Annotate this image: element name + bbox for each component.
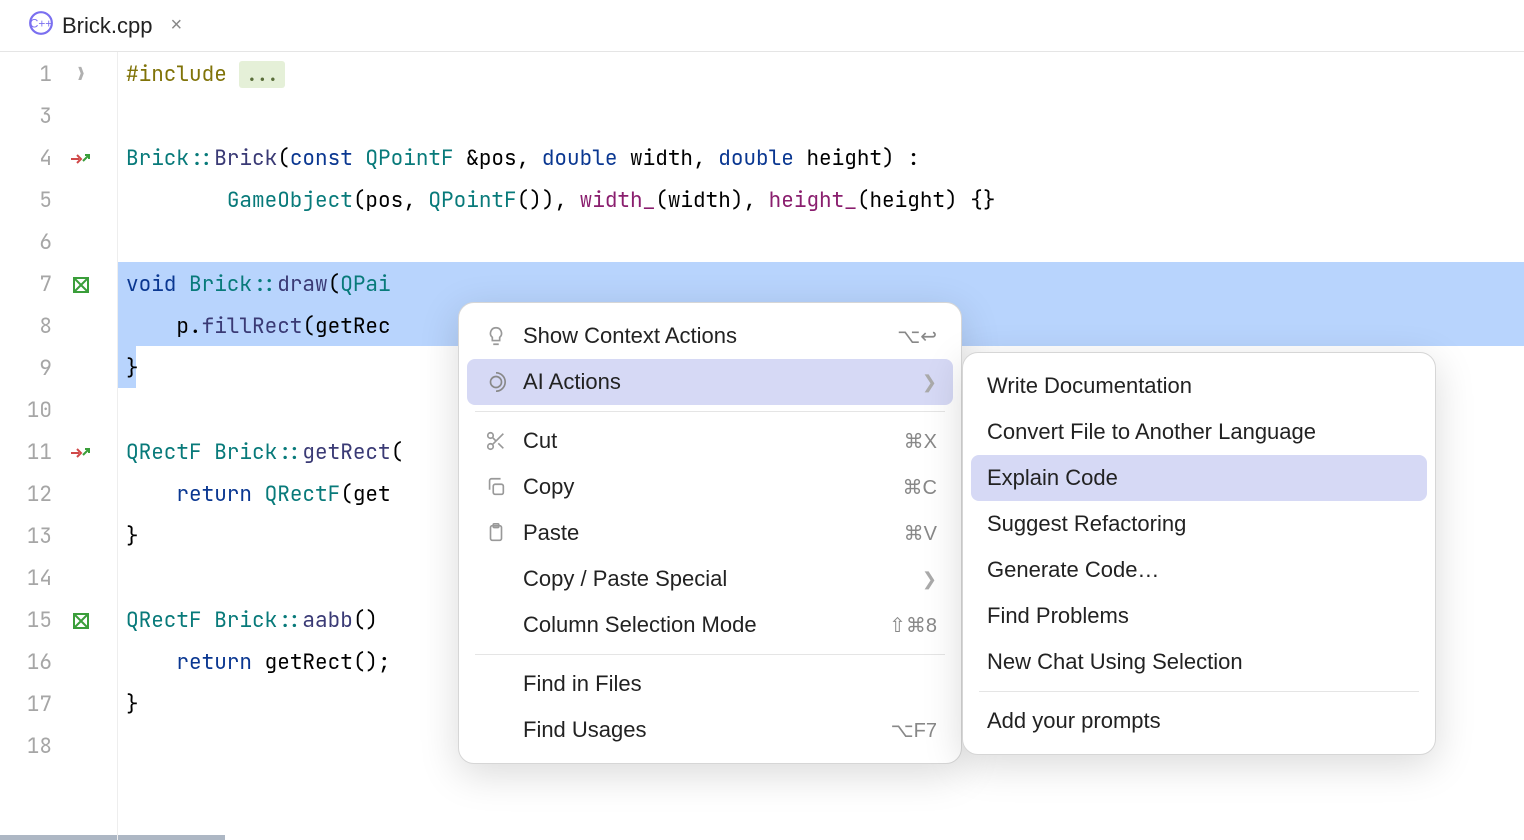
menu-label: Column Selection Mode — [523, 612, 875, 638]
run-marker-icon[interactable] — [69, 445, 93, 461]
copy-icon — [483, 474, 509, 500]
submenu-item-find-problems[interactable]: Find Problems — [971, 593, 1427, 639]
menu-label: Explain Code — [987, 465, 1411, 491]
line-number: 16 — [0, 642, 52, 684]
empty-icon — [483, 717, 509, 743]
editor-tab[interactable]: C++ Brick.cpp × — [12, 2, 198, 50]
menu-shortcut: ⌥F7 — [891, 718, 937, 743]
line-number: 8 — [0, 306, 52, 348]
tab-filename: Brick.cpp — [62, 13, 152, 39]
menu-label: AI Actions — [523, 369, 908, 395]
menu-label: Copy / Paste Special — [523, 566, 908, 592]
run-marker-icon[interactable] — [69, 151, 93, 167]
menu-label: Suggest Refactoring — [987, 511, 1411, 537]
line-number: 9 — [0, 348, 52, 390]
close-icon[interactable]: × — [170, 14, 182, 37]
menu-shortcut: ⌘V — [904, 521, 937, 546]
menu-label: Paste — [523, 520, 890, 546]
menu-item-find-in-files[interactable]: Find in Files — [467, 661, 953, 707]
line-number: 11 — [0, 432, 52, 474]
code-line: void Brick::draw(QPai — [126, 264, 1524, 306]
override-icon[interactable] — [70, 610, 92, 632]
menu-label: Find in Files — [523, 671, 937, 697]
line-number: 4 — [0, 138, 52, 180]
line-number: 5 — [0, 180, 52, 222]
line-number: 13 — [0, 516, 52, 558]
chevron-right-icon: ❯ — [922, 372, 937, 393]
empty-icon — [483, 566, 509, 592]
line-number: 10 — [0, 390, 52, 432]
gutter: 1 ❯ 3 4 5 6 7 8 9 10 11 12 13 14 15 16 17… — [0, 52, 118, 840]
line-number: 1 — [0, 54, 52, 96]
tab-bar: C++ Brick.cpp × — [0, 0, 1524, 52]
menu-label: Write Documentation — [987, 373, 1411, 399]
svg-text:C++: C++ — [30, 16, 53, 30]
menu-item-column-selection[interactable]: Column Selection Mode ⇧⌘8 — [467, 602, 953, 648]
line-number: 7 — [0, 264, 52, 306]
menu-shortcut: ⇧⌘8 — [889, 613, 937, 638]
menu-label: Find Usages — [523, 717, 877, 743]
empty-icon — [483, 612, 509, 638]
fold-icon[interactable]: ❯ — [76, 54, 87, 96]
code-line — [126, 222, 1524, 264]
cpp-file-icon: C++ — [28, 10, 54, 42]
menu-shortcut: ⌘X — [904, 429, 937, 454]
submenu-item-generate-code[interactable]: Generate Code… — [971, 547, 1427, 593]
menu-label: Add your prompts — [987, 708, 1411, 734]
submenu-item-write-doc[interactable]: Write Documentation — [971, 363, 1427, 409]
menu-item-context-actions[interactable]: Show Context Actions ⌥↩ — [467, 313, 953, 359]
line-number: 14 — [0, 558, 52, 600]
submenu-item-new-chat[interactable]: New Chat Using Selection — [971, 639, 1427, 685]
empty-icon — [483, 671, 509, 697]
submenu-item-add-prompts[interactable]: Add your prompts — [971, 698, 1427, 744]
scissors-icon — [483, 428, 509, 454]
menu-label: Find Problems — [987, 603, 1411, 629]
menu-label: New Chat Using Selection — [987, 649, 1411, 675]
line-number: 17 — [0, 684, 52, 726]
code-line: Brick::Brick(const QPointF &pos, double … — [126, 138, 1524, 180]
menu-label: Copy — [523, 474, 889, 500]
menu-label: Show Context Actions — [523, 323, 883, 349]
line-number: 6 — [0, 222, 52, 264]
menu-label: Cut — [523, 428, 890, 454]
context-menu: Show Context Actions ⌥↩ AI Actions ❯ Cut… — [458, 302, 962, 764]
chevron-right-icon: ❯ — [922, 569, 937, 590]
code-line: GameObject(pos, QPointF()), width_(width… — [126, 180, 1524, 222]
line-number: 12 — [0, 474, 52, 516]
menu-label: Generate Code… — [987, 557, 1411, 583]
menu-item-cut[interactable]: Cut ⌘X — [467, 418, 953, 464]
menu-shortcut: ⌘C — [903, 475, 937, 500]
clipboard-icon — [483, 520, 509, 546]
lightbulb-icon — [483, 323, 509, 349]
menu-item-ai-actions[interactable]: AI Actions ❯ — [467, 359, 953, 405]
menu-item-copy[interactable]: Copy ⌘C — [467, 464, 953, 510]
submenu-item-convert-file[interactable]: Convert File to Another Language — [971, 409, 1427, 455]
ai-actions-submenu: Write Documentation Convert File to Anot… — [962, 352, 1436, 755]
menu-divider — [979, 691, 1419, 692]
menu-shortcut: ⌥↩ — [897, 324, 937, 349]
line-number: 18 — [0, 726, 52, 768]
menu-item-paste[interactable]: Paste ⌘V — [467, 510, 953, 556]
line-number: 3 — [0, 96, 52, 138]
menu-label: Convert File to Another Language — [987, 419, 1411, 445]
override-icon[interactable] — [70, 274, 92, 296]
menu-item-find-usages[interactable]: Find Usages ⌥F7 — [467, 707, 953, 753]
code-line: #include ... — [126, 54, 1524, 96]
line-number: 15 — [0, 600, 52, 642]
submenu-item-explain-code[interactable]: Explain Code — [971, 455, 1427, 501]
ai-icon — [483, 369, 509, 395]
menu-divider — [475, 411, 945, 412]
menu-item-copy-paste-special[interactable]: Copy / Paste Special ❯ — [467, 556, 953, 602]
code-line — [126, 96, 1524, 138]
menu-divider — [475, 654, 945, 655]
submenu-item-suggest-refactoring[interactable]: Suggest Refactoring — [971, 501, 1427, 547]
